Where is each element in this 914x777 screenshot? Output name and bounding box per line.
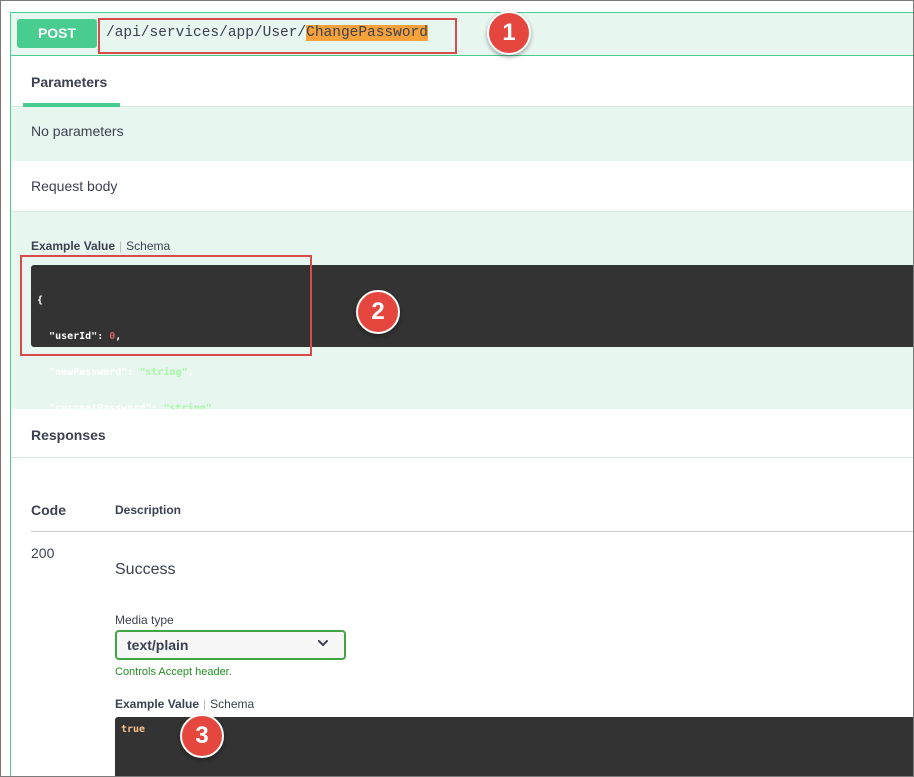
response-description: Success — [115, 561, 176, 578]
response-example-tabs: Example Value | Schema — [115, 697, 254, 711]
tab-example-value[interactable]: Example Value — [115, 697, 199, 711]
tab-separator: | — [119, 239, 123, 253]
media-type-select[interactable]: text/plain — [115, 630, 346, 660]
responses-section: Responses Code Description 200 Success M… — [11, 409, 913, 776]
annotation-badge: 1 — [487, 11, 531, 55]
response-code: 200 — [31, 545, 55, 561]
responses-header: Responses — [11, 409, 913, 458]
method-badge: POST — [17, 19, 97, 48]
tab-schema[interactable]: Schema — [210, 697, 254, 711]
annotation-box-path — [98, 18, 457, 54]
no-parameters-text: No parameters — [31, 123, 124, 139]
tab-underline — [23, 103, 120, 107]
media-type-label: Media type — [115, 613, 174, 627]
media-type-value: text/plain — [127, 637, 189, 653]
screenshot-frame: POST /api/services/app/User/ChangePasswo… — [0, 0, 914, 777]
request-body-label: Request body — [31, 178, 118, 194]
tab-separator: | — [203, 697, 207, 711]
request-body-header: Request body — [11, 161, 913, 212]
parameters-tab-row: Parameters — [11, 56, 913, 107]
tab-schema[interactable]: Schema — [126, 239, 170, 253]
post-operation-block: POST /api/services/app/User/ChangePasswo… — [10, 12, 913, 776]
response-example-code[interactable]: true — [115, 717, 913, 776]
annotation-box-request-example — [20, 255, 312, 356]
code-line: "newPassword": "string", — [49, 367, 194, 378]
chevron-down-icon — [318, 640, 328, 646]
annotation-badge: 2 — [356, 290, 400, 334]
annotation-badge: 3 — [180, 714, 224, 758]
request-example-tabs: Example Value | Schema — [31, 239, 170, 253]
header-divider — [31, 531, 913, 532]
tab-example-value[interactable]: Example Value — [31, 239, 115, 253]
responses-title: Responses — [31, 427, 106, 443]
controls-accept-note: Controls Accept header. — [115, 666, 232, 678]
response-example-value: true — [121, 724, 146, 735]
column-header-code: Code — [31, 502, 66, 518]
column-header-description: Description — [115, 503, 182, 517]
tab-parameters[interactable]: Parameters — [31, 74, 107, 90]
